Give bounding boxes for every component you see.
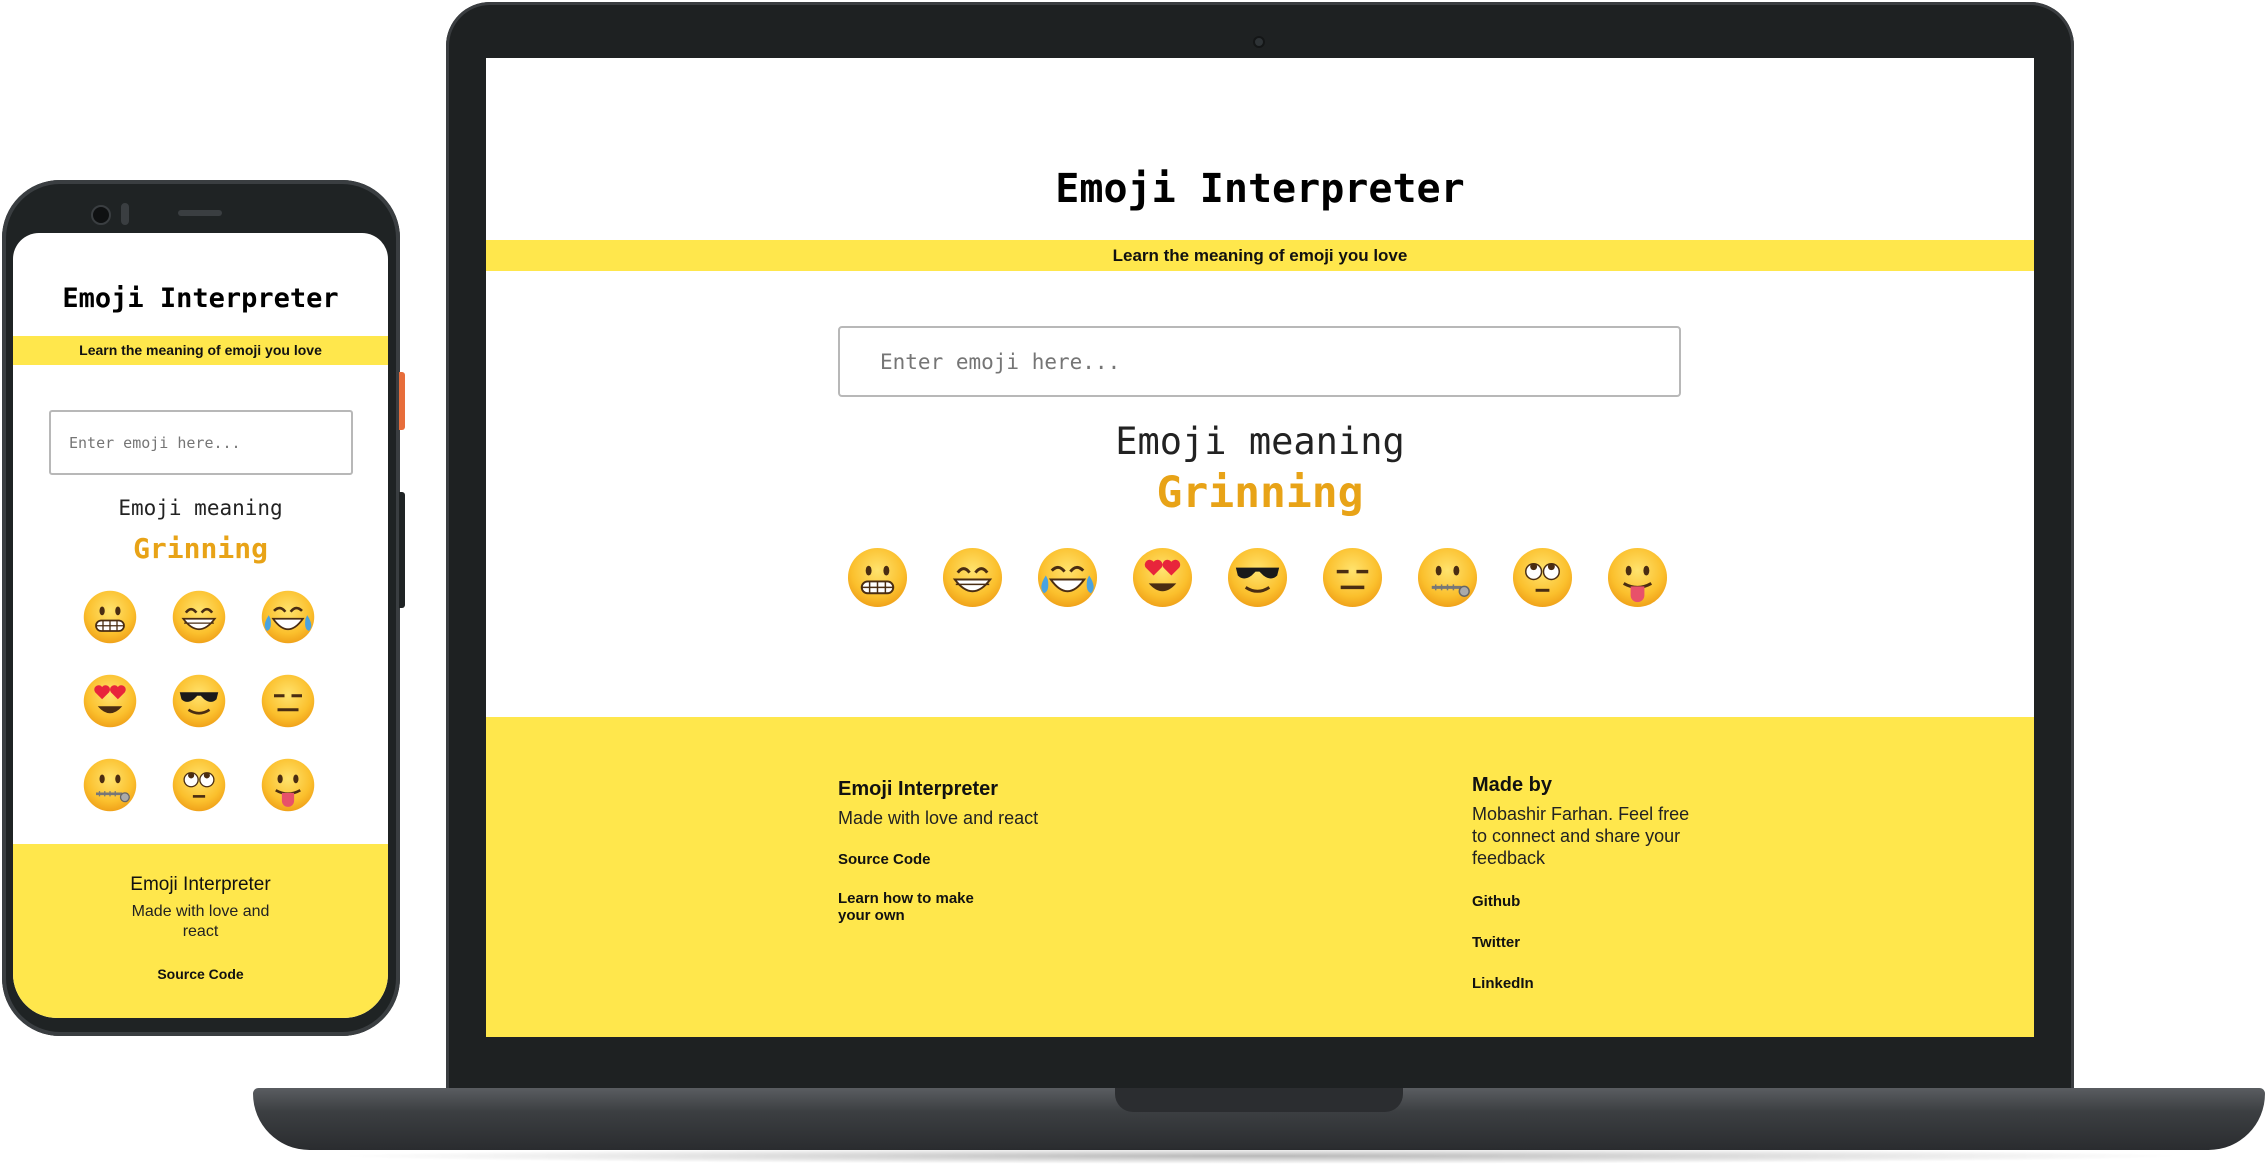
footer-text: Made with love and react: [131, 903, 270, 940]
meaning-label: Emoji meaning: [118, 496, 283, 520]
expressionless-emoji[interactable]: [260, 673, 316, 729]
rolling-eyes-emoji[interactable]: [1511, 546, 1574, 609]
tears-of-joy-emoji[interactable]: [1036, 546, 1099, 609]
emoji-input[interactable]: [838, 326, 1681, 397]
page-title: Emoji Interpreter: [1055, 166, 1465, 212]
tears-of-joy-emoji[interactable]: [260, 589, 316, 645]
meaning-value: Grinning: [133, 532, 268, 565]
emoji-input[interactable]: [49, 410, 353, 475]
grinning-eyes-emoji[interactable]: [171, 589, 227, 645]
linkedin-link[interactable]: LinkedIn: [1472, 975, 1702, 992]
phone-sensor: [121, 203, 129, 225]
laptop-screen: Emoji Interpreter Learn the meaning of e…: [486, 58, 2034, 1037]
phone-side-button: [399, 372, 405, 430]
made-by-title: Made by: [1472, 774, 1553, 796]
tagline-banner: Learn the meaning of emoji you love: [486, 240, 2034, 271]
emoji-list: [82, 589, 322, 813]
tagline-banner: Learn the meaning of emoji you love: [13, 336, 388, 365]
source-code-link[interactable]: Source Code: [838, 851, 1068, 868]
laptop-shadow: [330, 1148, 2190, 1164]
zipper-mouth-emoji[interactable]: [82, 757, 138, 813]
footer-title: Emoji Interpreter: [838, 778, 999, 800]
heart-eyes-emoji[interactable]: [1131, 546, 1194, 609]
grinning-eyes-emoji[interactable]: [941, 546, 1004, 609]
expressionless-emoji[interactable]: [1321, 546, 1384, 609]
phone-screen: Emoji Interpreter Learn the meaning of e…: [13, 233, 388, 1018]
tongue-out-emoji[interactable]: [1606, 546, 1669, 609]
github-link[interactable]: Github: [1472, 893, 1702, 910]
footer: Emoji Interpreter Made with love and rea…: [486, 717, 2034, 1037]
emoji-list: [846, 546, 1669, 609]
laptop-notch: [1115, 1088, 1403, 1112]
footer: Emoji Interpreter Made with love and rea…: [13, 844, 388, 1018]
meaning-label: Emoji meaning: [1115, 420, 1405, 463]
made-by-text: Mobashir Farhan. Feel free to connect an…: [1472, 804, 1690, 868]
source-code-link[interactable]: Source Code: [13, 966, 388, 983]
footer-title: Emoji Interpreter: [130, 874, 271, 895]
sunglasses-emoji[interactable]: [171, 673, 227, 729]
sunglasses-emoji[interactable]: [1226, 546, 1289, 609]
phone-speaker: [178, 210, 222, 216]
page-title: Emoji Interpreter: [62, 283, 339, 314]
grimacing-emoji[interactable]: [82, 589, 138, 645]
footer-made-by: Made by Mobashir Farhan. Feel free to co…: [1472, 774, 1702, 992]
footer-text: Made with love and react: [838, 808, 1039, 828]
footer-about: Emoji Interpreter Made with love and rea…: [838, 778, 1068, 924]
tongue-out-emoji[interactable]: [260, 757, 316, 813]
rolling-eyes-emoji[interactable]: [171, 757, 227, 813]
heart-eyes-emoji[interactable]: [82, 673, 138, 729]
zipper-mouth-emoji[interactable]: [1416, 546, 1479, 609]
laptop-camera: [1253, 36, 1265, 48]
phone-camera: [91, 205, 111, 225]
meaning-value: Grinning: [1156, 468, 1364, 518]
grimacing-emoji[interactable]: [846, 546, 909, 609]
twitter-link[interactable]: Twitter: [1472, 934, 1702, 951]
phone-volume-button: [399, 492, 405, 608]
learn-link[interactable]: Learn how to make your own: [838, 890, 988, 924]
